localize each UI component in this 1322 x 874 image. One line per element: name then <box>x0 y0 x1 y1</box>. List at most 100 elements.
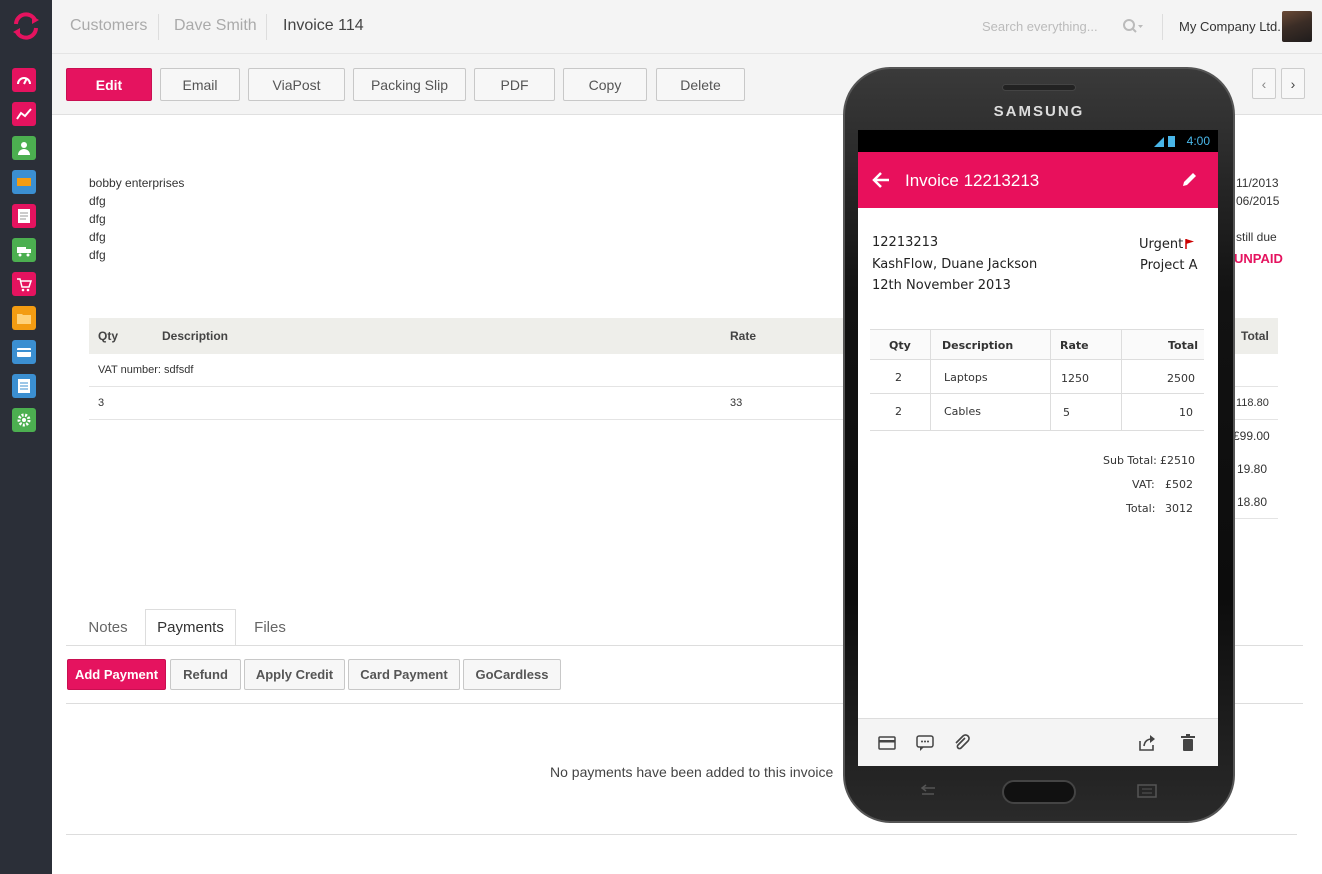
row-total: 118.80 <box>1236 397 1269 409</box>
table-row[interactable]: 2 Cables 5 10 <box>870 394 1204 431</box>
search-icon[interactable] <box>1122 18 1144 36</box>
phone-invoice-title: Invoice 12213213 <box>905 171 1040 190</box>
address-line: dfg <box>89 212 106 226</box>
phone-customer: KashFlow, Duane Jackson <box>872 257 1038 272</box>
trash-icon[interactable] <box>1178 733 1198 753</box>
phone-table-header: Qty Description Rate Total <box>870 329 1204 360</box>
still-due-label: still due <box>1236 230 1277 244</box>
phone-description-header: Description <box>942 339 1014 352</box>
item-total: 2500 <box>1167 372 1195 385</box>
delete-button[interactable]: Delete <box>656 68 745 101</box>
item-rate: 1250 <box>1061 372 1089 385</box>
suppliers-truck-icon[interactable] <box>12 238 36 262</box>
viapost-button[interactable]: ViaPost <box>248 68 345 101</box>
item-total: 10 <box>1179 406 1193 419</box>
card-payment-icon[interactable] <box>877 733 897 753</box>
quotes-icon[interactable] <box>12 170 36 194</box>
phone-rate-header: Rate <box>1060 339 1089 352</box>
copy-button[interactable]: Copy <box>563 68 647 101</box>
address-line: dfg <box>89 194 106 208</box>
packing-slip-button[interactable]: Packing Slip <box>353 68 466 101</box>
company-name[interactable]: My Company Ltd. <box>1179 19 1281 34</box>
phone-qty-header: Qty <box>889 339 911 352</box>
project-label: Project A <box>1140 258 1198 273</box>
item-description: Cables <box>944 405 981 418</box>
purchases-cart-icon[interactable] <box>12 272 36 296</box>
previous-arrow-icon[interactable]: ‹ <box>1252 68 1276 99</box>
qty-header: Qty <box>98 329 119 343</box>
table-row[interactable]: 2 Laptops 1250 2500 <box>870 360 1204 394</box>
total-value: 3012 <box>1165 502 1193 515</box>
description-header: Description <box>162 329 229 343</box>
menu-key-icon[interactable] <box>1137 784 1157 798</box>
signal-battery-icon <box>1154 136 1175 147</box>
row-qty: 3 <box>98 397 105 409</box>
refund-button[interactable]: Refund <box>170 659 241 690</box>
phone-invoice-number: 12213213 <box>872 235 939 250</box>
card-payment-button[interactable]: Card Payment <box>348 659 460 690</box>
grand-total: 18.80 <box>1237 495 1268 509</box>
tab-notes[interactable]: Notes <box>80 609 136 646</box>
search-input[interactable]: Search everything... <box>982 19 1098 34</box>
net-total: £99.00 <box>1233 429 1270 443</box>
dashboard-icon[interactable] <box>12 68 36 92</box>
share-icon[interactable] <box>1137 733 1157 753</box>
add-payment-button[interactable]: Add Payment <box>67 659 166 690</box>
item-qty: 2 <box>895 371 902 384</box>
app-bar: Invoice 12213213 <box>858 152 1218 208</box>
apply-credit-button[interactable]: Apply Credit <box>244 659 345 690</box>
status-badge: UNPAID <box>1234 251 1283 266</box>
phone-date: 12th November 2013 <box>872 278 1011 293</box>
home-button[interactable] <box>1002 780 1076 804</box>
subtotal-value: £2510 <box>1160 454 1195 467</box>
edit-button[interactable]: Edit <box>66 68 152 101</box>
next-arrow-icon[interactable]: › <box>1281 68 1305 99</box>
clock: 4:00 <box>1186 134 1210 148</box>
row-rate: 33 <box>730 397 743 409</box>
breadcrumb-divider <box>158 14 159 40</box>
vat-label: VAT: <box>1132 478 1155 491</box>
breadcrumb-customers[interactable]: Customers <box>70 17 147 35</box>
back-key-icon[interactable] <box>918 783 938 799</box>
invoices-icon[interactable] <box>12 204 36 228</box>
breadcrumb-invoice: Invoice 114 <box>283 17 364 34</box>
sidebar <box>0 0 52 874</box>
vat-total: 19.80 <box>1237 462 1268 476</box>
bank-card-icon[interactable] <box>12 340 36 364</box>
email-button[interactable]: Email <box>160 68 240 101</box>
customers-icon[interactable] <box>12 136 36 160</box>
address-line: dfg <box>89 230 106 244</box>
item-rate: 5 <box>1063 406 1070 419</box>
rate-header: Rate <box>730 329 757 343</box>
address-line: bobby enterprises <box>89 176 185 190</box>
phone-screen: 4:00 Invoice 12213213 12213213 KashFlow,… <box>858 130 1218 766</box>
phone-speaker <box>1002 84 1076 91</box>
breadcrumb-customer[interactable]: Dave Smith <box>174 17 257 35</box>
settings-gear-icon[interactable] <box>12 408 36 432</box>
ledger-icon[interactable] <box>12 374 36 398</box>
avatar[interactable] <box>1282 11 1312 42</box>
phone-mockup: SAMSUNG 4:00 Invoice 12213213 12213213 K… <box>843 67 1235 823</box>
folder-icon[interactable] <box>12 306 36 330</box>
top-divider <box>1162 14 1163 40</box>
pdf-button[interactable]: PDF <box>474 68 555 101</box>
phone-bottom-bar <box>858 718 1218 766</box>
comment-icon[interactable] <box>915 733 935 753</box>
subtotal-label: Sub Total: <box>1103 454 1157 467</box>
gocardless-button[interactable]: GoCardless <box>463 659 561 690</box>
tab-files[interactable]: Files <box>245 609 295 646</box>
divider <box>1230 518 1278 519</box>
no-payments-message: No payments have been added to this invo… <box>550 764 834 780</box>
attachment-icon[interactable] <box>952 733 972 753</box>
back-arrow-icon[interactable] <box>871 170 891 190</box>
invoice-date: 11/2013 <box>1236 176 1279 190</box>
app-logo-icon[interactable] <box>10 10 42 42</box>
reports-icon[interactable] <box>12 102 36 126</box>
total-label: Total: <box>1126 502 1156 515</box>
breadcrumb-divider <box>266 14 267 40</box>
vat-value: £502 <box>1165 478 1193 491</box>
due-date: 06/2015 <box>1236 194 1280 208</box>
total-header: Total <box>1241 329 1269 343</box>
tab-payments[interactable]: Payments <box>145 609 236 646</box>
edit-pencil-icon[interactable] <box>1180 171 1198 189</box>
